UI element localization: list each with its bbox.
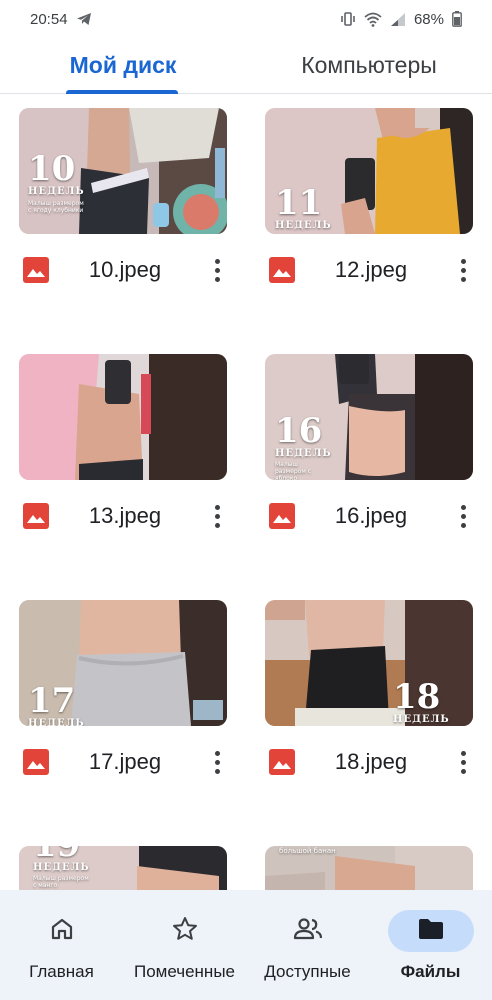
status-left: 20:54: [30, 11, 92, 28]
file-grid: 10 НЕДЕЛЬ Малыш размером с ягоду клубник…: [0, 95, 492, 890]
home-icon: [49, 916, 75, 947]
week-overlay: 17 НЕДЕЛЬ: [28, 684, 85, 726]
telegram-icon: [76, 12, 92, 26]
wifi-icon: [364, 12, 382, 27]
image-file-icon: [23, 749, 49, 775]
image-file-icon: [269, 749, 295, 775]
week-overlay: 16 НЕДЕЛЬ Малыш размером с яблоко: [275, 414, 332, 480]
nav-files-label: Файлы: [400, 962, 461, 981]
file-thumbnail[interactable]: 17 НЕДЕЛЬ: [19, 600, 227, 726]
file-card[interactable]: 11 НЕДЕЛЬ 12.jpeg: [265, 108, 473, 283]
week-overlay: 10 НЕДЕЛЬ Малыш размером с ягоду клубник…: [28, 152, 88, 214]
file-thumbnail[interactable]: 18 НЕДЕЛЬ: [265, 600, 473, 726]
image-file-icon: [23, 257, 49, 283]
nav-files[interactable]: Файлы: [369, 890, 492, 1000]
more-options-icon[interactable]: [207, 501, 227, 531]
week-word: НЕДЕЛЬ: [28, 718, 85, 726]
nav-home[interactable]: Главная: [0, 890, 123, 1000]
tab-computers-label: Компьютеры: [301, 52, 437, 78]
file-info-row: 16.jpeg: [265, 496, 473, 536]
file-card[interactable]: 13.jpeg: [19, 354, 227, 529]
week-word: НЕДЕЛЬ: [28, 186, 85, 197]
shared-people-icon: [292, 916, 324, 947]
file-info-row: 13.jpeg: [19, 496, 227, 536]
more-options-icon[interactable]: [453, 501, 473, 531]
nav-starred-label: Помеченные: [133, 962, 235, 981]
signal-icon: [390, 12, 406, 27]
file-thumbnail[interactable]: [19, 354, 227, 480]
tab-active-indicator: [66, 90, 178, 94]
nav-shared-icon-wrap: [265, 910, 351, 952]
image-file-icon: [23, 503, 49, 529]
image-file-icon: [269, 257, 295, 283]
more-options-icon[interactable]: [453, 747, 473, 777]
vibrate-icon: [340, 11, 356, 27]
star-icon: [171, 915, 199, 948]
week-number: 18: [393, 677, 441, 717]
file-card[interactable]: 16 НЕДЕЛЬ Малыш размером с яблоко 16.jpe…: [265, 354, 473, 529]
week-overlay: 18 НЕДЕЛЬ: [393, 680, 450, 725]
file-thumbnail[interactable]: 10 НЕДЕЛЬ Малыш размером с ягоду клубник…: [19, 108, 227, 234]
status-time: 20:54: [30, 10, 68, 28]
more-options-icon[interactable]: [453, 255, 473, 285]
bottom-navigation: Главная Помеченные Доступные Файлы: [0, 890, 492, 1000]
file-card[interactable]: большой банан: [265, 846, 473, 890]
battery-percent: 68%: [413, 10, 444, 28]
week-number: 17: [28, 681, 76, 721]
week-number: 11: [275, 183, 323, 223]
tab-my-drive-label: Мой диск: [69, 52, 177, 78]
file-thumbnail[interactable]: 11 НЕДЕЛЬ: [265, 108, 473, 234]
nav-starred-icon-wrap: [142, 910, 228, 952]
week-word: НЕДЕЛЬ: [393, 714, 450, 725]
image-file-icon: [269, 503, 295, 529]
file-name: 12.jpeg: [334, 257, 408, 282]
file-name: 17.jpeg: [88, 749, 162, 774]
file-info-row: 10.jpeg: [19, 250, 227, 290]
week-number: 16: [275, 411, 323, 451]
nav-shared[interactable]: Доступные: [246, 890, 369, 1000]
file-thumbnail[interactable]: 16 НЕДЕЛЬ Малыш размером с яблоко: [265, 354, 473, 480]
week-word: НЕДЕЛЬ: [275, 220, 332, 231]
file-name: 18.jpeg: [334, 749, 408, 774]
file-card[interactable]: 10 НЕДЕЛЬ Малыш размером с ягоду клубник…: [19, 108, 227, 283]
week-word: НЕДЕЛЬ: [33, 862, 90, 873]
week-number: 10: [28, 149, 76, 189]
nav-home-label: Главная: [29, 962, 94, 981]
folder-icon: [417, 917, 445, 946]
week-word: НЕДЕЛЬ: [275, 448, 332, 459]
week-caption: большой банан: [279, 847, 336, 855]
file-card[interactable]: 19 НЕДЕЛЬ Малыш размером с манго: [19, 846, 227, 890]
more-options-icon[interactable]: [207, 747, 227, 777]
nav-shared-label: Доступные: [264, 962, 351, 981]
file-info-row: 12.jpeg: [265, 250, 473, 290]
week-number: 19: [33, 846, 93, 862]
nav-starred[interactable]: Помеченные: [123, 890, 246, 1000]
week-caption: Малыш размером с ягоду клубники: [28, 200, 84, 214]
file-info-row: 18.jpeg: [265, 742, 473, 782]
file-thumbnail[interactable]: 19 НЕДЕЛЬ Малыш размером с манго: [19, 846, 227, 890]
file-name: 13.jpeg: [88, 503, 162, 528]
tab-computers[interactable]: Компьютеры: [246, 38, 492, 93]
week-caption: Малыш размером с манго: [33, 875, 89, 889]
week-overlay: 11 НЕДЕЛЬ: [275, 186, 332, 231]
more-options-icon[interactable]: [207, 255, 227, 285]
file-card[interactable]: 18 НЕДЕЛЬ 18.jpeg: [265, 600, 473, 775]
week-caption: Малыш размером с яблоко: [275, 461, 312, 480]
tab-my-drive[interactable]: Мой диск: [0, 38, 246, 94]
status-right: 68%: [340, 11, 462, 28]
nav-files-icon-wrap: [387, 910, 474, 952]
status-bar: 20:54 68%: [0, 0, 492, 38]
tab-bar: Мой диск Компьютеры: [0, 38, 492, 94]
week-overlay: 19 НЕДЕЛЬ Малыш размером с манго: [33, 846, 93, 889]
file-info-row: 17.jpeg: [19, 742, 227, 782]
file-thumbnail[interactable]: большой банан: [265, 846, 473, 890]
file-name: 10.jpeg: [88, 257, 162, 282]
file-card[interactable]: 17 НЕДЕЛЬ 17.jpeg: [19, 600, 227, 775]
week-overlay: большой банан: [279, 848, 339, 855]
file-name: 16.jpeg: [334, 503, 408, 528]
battery-icon: [452, 11, 462, 27]
nav-home-icon-wrap: [19, 910, 105, 952]
